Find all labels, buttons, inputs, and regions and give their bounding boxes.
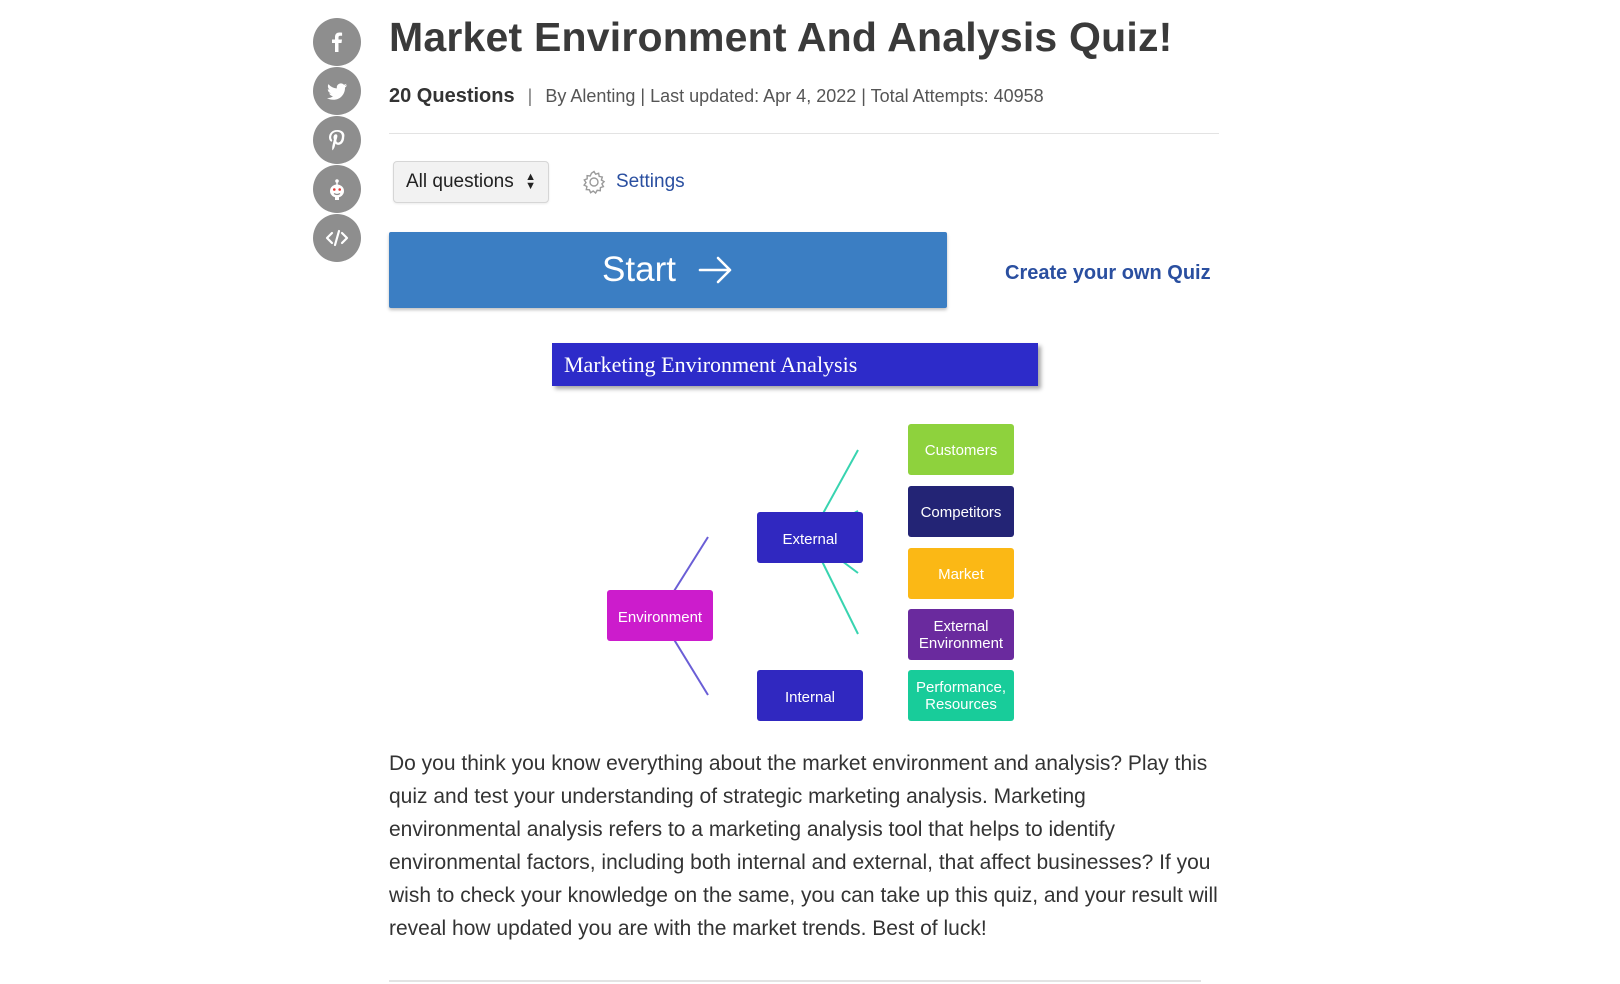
node-external-environment-line2: Environment	[919, 635, 1004, 652]
node-external: External	[757, 512, 863, 563]
reddit-share-button[interactable]	[313, 165, 361, 213]
start-quiz-button[interactable]: Start	[389, 232, 947, 308]
node-competitors-label: Competitors	[921, 504, 1002, 521]
node-customers: Customers	[908, 424, 1014, 475]
quiz-meta: 20 Questions | By Alenting | Last update…	[389, 85, 1044, 108]
twitter-icon	[327, 83, 347, 100]
node-external-environment-line1: External	[933, 618, 988, 635]
settings-button[interactable]: Settings	[581, 169, 685, 195]
quiz-byline: By Alenting | Last updated: Apr 4, 2022 …	[545, 86, 1044, 106]
diagram-edges	[658, 449, 859, 696]
node-external-environment: External Environment	[908, 609, 1014, 660]
settings-label: Settings	[616, 171, 685, 192]
gear-icon	[583, 170, 606, 195]
embed-share-button[interactable]	[313, 214, 361, 262]
facebook-share-button[interactable]	[313, 18, 361, 66]
node-customers-label: Customers	[925, 442, 998, 459]
node-environment-label: Environment	[618, 609, 703, 626]
create-quiz-link[interactable]: Create your own Quiz	[1005, 262, 1211, 285]
pinterest-share-button[interactable]	[313, 116, 361, 164]
quiz-description: Do you think you know everything about t…	[389, 752, 1218, 940]
reddit-icon	[330, 179, 344, 200]
meta-separator: |	[527, 86, 533, 106]
start-label: Start	[602, 250, 676, 289]
node-environment: Environment	[607, 590, 713, 641]
node-external-label: External	[782, 531, 837, 548]
embed-icon	[325, 229, 349, 247]
node-performance-line1: Performance,	[916, 679, 1006, 696]
arrow-right-icon	[698, 256, 732, 284]
node-market: Market	[908, 548, 1014, 599]
quiz-title: Market Environment And Analysis Quiz!	[389, 14, 1173, 60]
diagram-graphic: Environment External Internal Customers …	[607, 424, 1014, 721]
node-performance-line2: Resources	[925, 696, 997, 713]
node-internal-label: Internal	[785, 689, 835, 706]
question-count: 20 Questions	[389, 85, 515, 107]
node-competitors: Competitors	[908, 486, 1014, 537]
footer-divider	[389, 980, 1201, 982]
node-market-label: Market	[938, 566, 985, 583]
share-bar	[313, 18, 363, 263]
twitter-share-button[interactable]	[313, 67, 361, 115]
node-performance-resources: Performance, Resources	[908, 670, 1014, 721]
diagram-banner: Marketing Environment Analysis	[552, 343, 1038, 386]
header-divider	[389, 133, 1219, 134]
node-internal: Internal	[757, 670, 863, 721]
question-filter-select[interactable]: All questions ▲ ▼	[393, 161, 549, 203]
question-filter-value: All questions	[406, 171, 514, 192]
select-arrows-icon: ▲ ▼	[525, 171, 536, 192]
pinterest-icon	[329, 130, 345, 151]
facebook-icon	[332, 32, 343, 52]
